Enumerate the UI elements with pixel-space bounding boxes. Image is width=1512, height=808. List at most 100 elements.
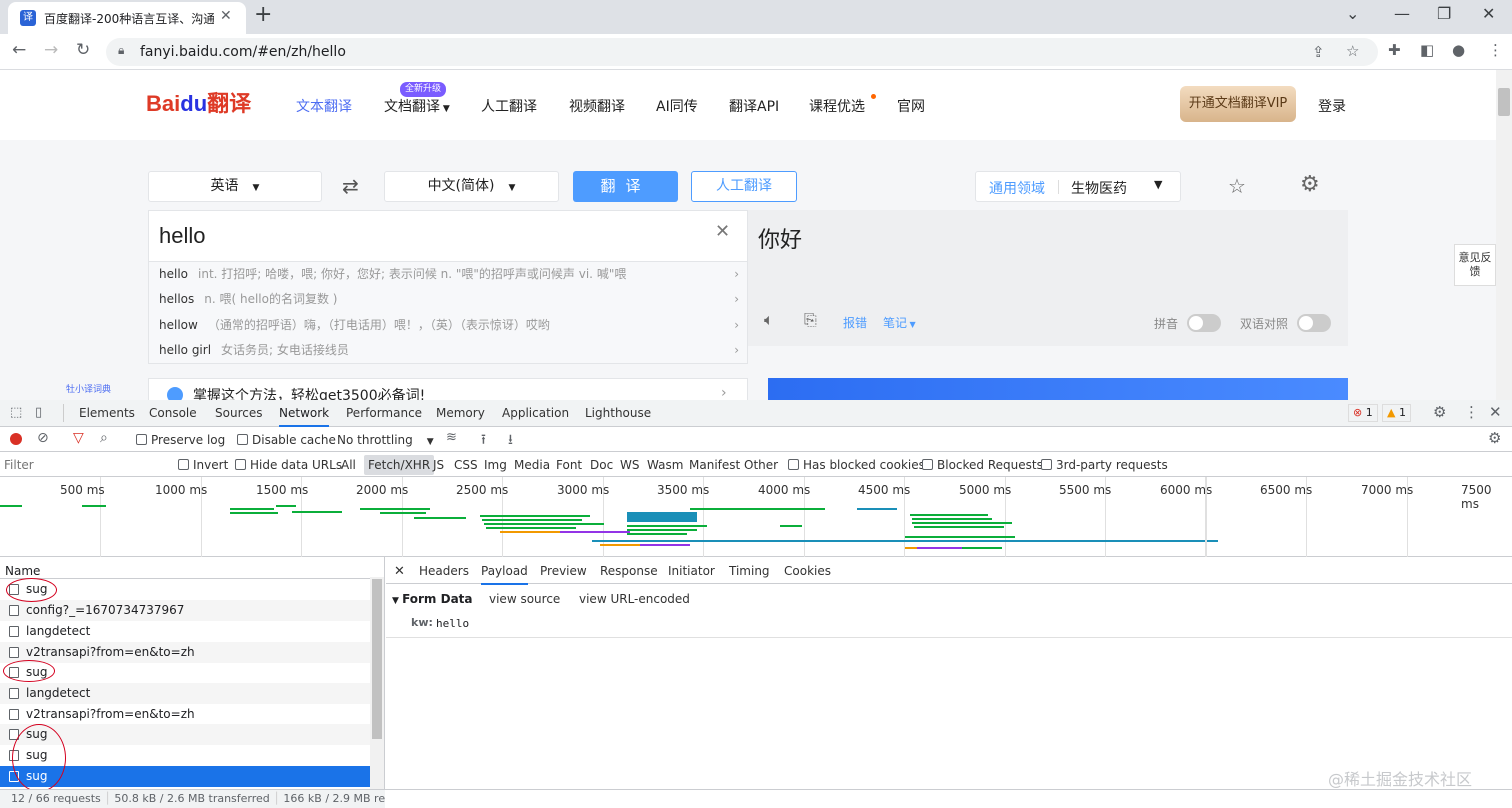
translate-button[interactable]: 翻译 (573, 171, 678, 202)
export-har-icon[interactable]: ⭳ (508, 429, 513, 453)
ad-banner[interactable] (768, 378, 1348, 400)
tab-cookies[interactable]: Cookies (784, 564, 831, 578)
checkbox[interactable] (922, 459, 933, 470)
extensions-icon[interactable]: ✚ (1388, 41, 1401, 59)
clear-icon[interactable]: ⊘ (37, 430, 49, 446)
filter-manifest[interactable]: Manifest (689, 458, 740, 472)
dictionary-link[interactable]: 牡小译词典 (66, 382, 111, 395)
tab-preview[interactable]: Preview (540, 564, 587, 578)
request-row[interactable]: v2transapi?from=en&to=zh (0, 704, 370, 725)
tab-lighthouse[interactable]: Lighthouse (585, 406, 651, 420)
nav-video-translation[interactable]: 视频翻译 (569, 96, 625, 116)
tab-initiator[interactable]: Initiator (668, 564, 715, 578)
human-translation-button[interactable]: 人工翻译 (691, 171, 797, 202)
address-bar[interactable]: 🔒︎ fanyi.baidu.com/#en/zh/hello ⇪ ☆ (106, 38, 1378, 66)
login-link[interactable]: 登录 (1318, 96, 1346, 116)
checkbox[interactable] (178, 459, 189, 470)
filter-js[interactable]: JS (433, 458, 444, 472)
tab-console[interactable]: Console (149, 406, 197, 420)
blocked-cookies-checkbox[interactable]: Has blocked cookies (788, 458, 925, 472)
tab-payload[interactable]: Payload (481, 564, 528, 585)
lock-icon[interactable]: 🔒︎ (118, 43, 124, 58)
filter-icon[interactable]: ▽ (73, 430, 84, 446)
scroll-thumb[interactable] (1498, 88, 1510, 116)
network-conditions-icon[interactable]: ≋ (446, 430, 457, 445)
preserve-log-checkbox[interactable]: Preserve log (136, 433, 225, 447)
request-row[interactable]: langdetect (0, 683, 370, 704)
domain-select[interactable]: 通用领域 生物医药 ▼ (975, 171, 1181, 202)
checkbox[interactable] (136, 434, 147, 445)
nav-human-translation[interactable]: 人工翻译 (481, 96, 537, 116)
profile-icon[interactable]: ● (1452, 41, 1465, 59)
request-row[interactable]: v2transapi?from=en&to=zh (0, 642, 370, 663)
notes-dropdown[interactable]: 笔记 ▼ (883, 314, 916, 331)
request-row[interactable]: sug (0, 662, 370, 683)
devtools-menu-icon[interactable]: ⋮ (1464, 403, 1479, 421)
maximize-icon[interactable]: ❐ (1437, 4, 1451, 23)
filter-other[interactable]: Other (744, 458, 778, 472)
view-source-link[interactable]: view source (489, 592, 560, 606)
tab-performance[interactable]: Performance (346, 406, 422, 420)
record-icon[interactable] (10, 433, 22, 445)
error-count[interactable]: ⊗ 1 (1348, 404, 1378, 422)
filter-font[interactable]: Font (556, 458, 582, 472)
filter-css[interactable]: CSS (454, 458, 478, 472)
feedback-button[interactable]: 意见反馈 (1454, 244, 1496, 286)
nav-text-translation[interactable]: 文本翻译 (296, 96, 352, 116)
checkbox[interactable] (1041, 459, 1052, 470)
search-icon[interactable]: ⌕ (100, 430, 108, 446)
target-language-select[interactable]: 中文(简体) ▼ (384, 171, 559, 202)
back-icon[interactable]: ← (12, 40, 26, 60)
close-window-icon[interactable]: ✕ (1482, 4, 1495, 23)
tab-elements[interactable]: Elements (79, 406, 135, 420)
reload-icon[interactable]: ↻ (76, 40, 90, 60)
url-text[interactable]: fanyi.baidu.com/#en/zh/hello (140, 44, 346, 60)
request-row[interactable]: config?_=1670734737967 (0, 600, 370, 621)
side-panel-icon[interactable]: ◧ (1420, 41, 1434, 59)
tab-response[interactable]: Response (600, 564, 658, 578)
filter-doc[interactable]: Doc (590, 458, 613, 472)
close-tab-icon[interactable]: ✕ (220, 8, 232, 24)
tab-headers[interactable]: Headers (419, 564, 469, 578)
pinyin-toggle[interactable] (1187, 314, 1221, 332)
invert-checkbox[interactable]: Invert (178, 458, 228, 472)
tab-memory[interactable]: Memory (436, 406, 485, 420)
nav-doc-translation[interactable]: 文档翻译 ▼ (384, 96, 450, 116)
request-row[interactable]: langdetect (0, 621, 370, 642)
source-text-input[interactable]: hello ✕ (148, 210, 748, 262)
checkbox[interactable] (788, 459, 799, 470)
blocked-requests-checkbox[interactable]: Blocked Requests (922, 458, 1043, 472)
suggestion-item[interactable]: hello girl 女话务员; 女电话接线员 › (159, 338, 739, 363)
nav-ai-interpretation[interactable]: AI同传 (656, 96, 698, 116)
filter-ws[interactable]: WS (620, 458, 639, 472)
checkbox[interactable] (235, 459, 246, 470)
device-toolbar-icon[interactable]: ▯ (35, 405, 42, 420)
favorites-icon[interactable]: ☆ (1228, 174, 1246, 198)
close-detail-icon[interactable]: ✕ (394, 564, 405, 579)
tab-sources[interactable]: Sources (215, 406, 262, 420)
nav-official-site[interactable]: 官网 (897, 96, 925, 116)
speaker-icon[interactable]: 🔈︎ (764, 310, 774, 330)
settings-gear-icon[interactable]: ⚙ (1300, 172, 1320, 197)
nav-courses[interactable]: 课程优选 (809, 96, 865, 116)
network-settings-icon[interactable]: ⚙ (1488, 429, 1501, 447)
share-icon[interactable]: ⇪ (1312, 43, 1325, 61)
browser-tab[interactable]: 译 百度翻译-200种语言互译、沟通全世界！ ✕ (8, 2, 246, 34)
devtools-settings-icon[interactable]: ⚙ (1433, 403, 1446, 421)
hide-data-urls-checkbox[interactable]: Hide data URLs (235, 458, 342, 472)
checkbox[interactable] (237, 434, 248, 445)
view-url-encoded-link[interactable]: view URL-encoded (579, 592, 690, 606)
close-devtools-icon[interactable]: ✕ (1489, 403, 1502, 421)
new-tab-icon[interactable]: + (254, 2, 272, 27)
nav-translate-api[interactable]: 翻译API (729, 96, 779, 116)
bilingual-toggle[interactable] (1297, 314, 1331, 332)
inspect-element-icon[interactable]: ⬚ (10, 405, 22, 420)
copy-icon[interactable]: ⎘ (804, 310, 817, 330)
forward-icon[interactable]: → (44, 40, 58, 60)
third-party-checkbox[interactable]: 3rd-party requests (1041, 458, 1168, 472)
warning-count[interactable]: ▲ 1 (1382, 404, 1411, 422)
request-list-scrollbar[interactable] (370, 577, 384, 789)
tab-application[interactable]: Application (502, 406, 569, 420)
baidu-fanyi-logo[interactable]: Baidu翻译 (146, 86, 251, 118)
filter-media[interactable]: Media (514, 458, 550, 472)
